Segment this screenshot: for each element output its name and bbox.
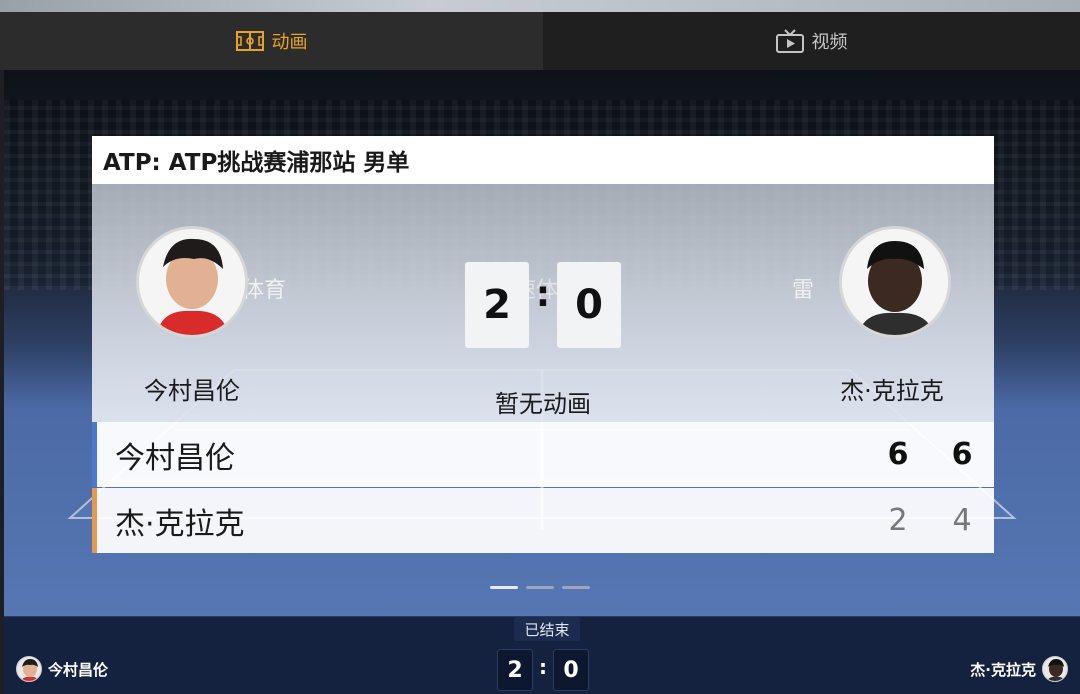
bottom-home-name: 今村昌伦 [48,660,109,679]
away-row-name: 杰·克拉克 [115,506,245,542]
tab-bar: 动画 视频 [0,12,1080,70]
away-set-score: 0 [557,262,621,348]
home-player-avatar [136,226,248,338]
bottom-score-bar: 已结束 今村昌伦 2 : 0 杰·克拉克 [4,616,1080,694]
home-set1-games: 6 [887,437,909,472]
match-status-badge: 已结束 [514,617,580,641]
tv-icon [775,29,804,53]
bottom-away-name: 杰·克拉克 [970,660,1036,679]
away-set-row: 杰·克拉克 2 4 [92,488,994,553]
home-mini-avatar [16,656,42,682]
bottom-away-score: 0 [553,649,589,691]
watermark-right: 雷 [792,278,815,303]
carousel-dot[interactable] [562,586,590,589]
bottom-score-colon: : [539,655,547,679]
match-card: ATP: ATP挑战赛浦那站 男单 速体育 雷速体育 雷 今村昌伦 杰·克拉克 … [92,136,994,553]
home-set-row: 今村昌伦 6 6 [92,422,994,487]
home-player-name: 今村昌伦 [144,377,240,405]
carousel-indicator [490,586,590,589]
no-animation-text: 暂无动画 [495,390,591,418]
tab-animation-label: 动画 [271,32,308,53]
away-set2-games: 4 [952,503,972,538]
away-player-name: 杰·克拉克 [840,377,944,405]
competition-title: ATP: ATP挑战赛浦那站 男单 [92,136,994,184]
away-player-avatar [839,226,951,338]
home-row-name: 今村昌伦 [115,440,235,476]
carousel-dot[interactable] [526,586,554,589]
bottom-home-player: 今村昌伦 [16,656,108,682]
tab-video[interactable]: 视频 [543,12,1080,70]
score-colon: : [535,274,551,315]
tab-video-label: 视频 [811,32,848,53]
bottom-home-score: 2 [497,649,533,691]
carousel-dot[interactable] [490,586,518,589]
home-set2-games: 6 [951,437,973,472]
away-set1-games: 2 [888,503,908,538]
tab-animation[interactable]: 动画 [0,12,543,70]
away-mini-avatar [1042,656,1068,682]
scoreboard-field: 速体育 雷速体育 雷 今村昌伦 杰·克拉克 2 : 0 暂无动画 [92,184,994,422]
field-icon [235,31,264,51]
top-strip [0,0,1080,12]
home-set-score: 2 [465,262,529,348]
bottom-away-player: 杰·克拉克 [970,656,1068,682]
animation-stage: ATP: ATP挑战赛浦那站 男单 速体育 雷速体育 雷 今村昌伦 杰·克拉克 … [4,70,1080,616]
